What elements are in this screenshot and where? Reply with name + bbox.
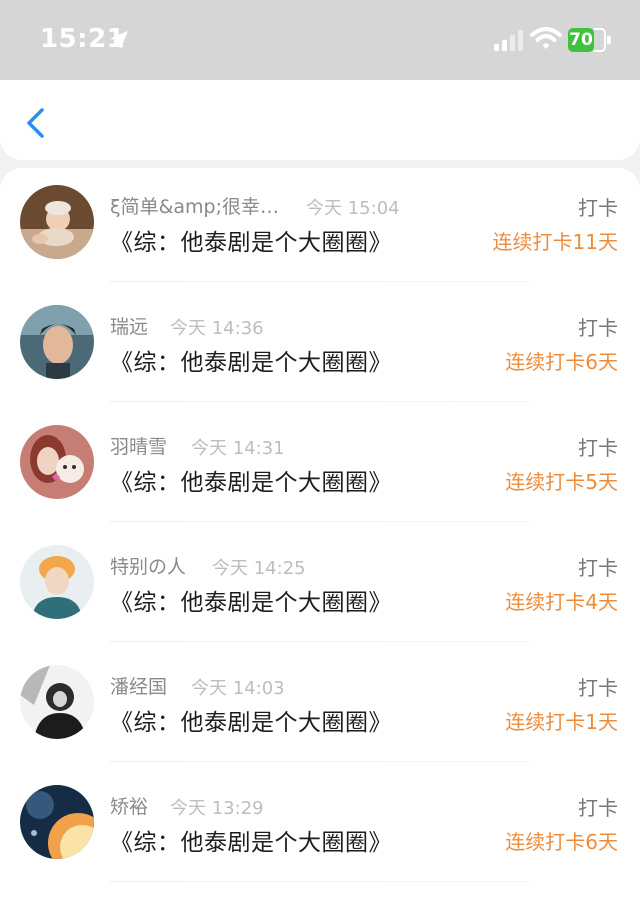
divider (110, 761, 530, 762)
divider (110, 641, 530, 642)
book-title: 《综：他泰剧是个大圈圈》 (110, 590, 392, 616)
avatar (20, 665, 94, 739)
streak-label: 连续打卡6天 (505, 350, 618, 374)
post-time: 今天 14:03 (191, 678, 285, 699)
divider (110, 281, 530, 282)
divider (110, 521, 530, 522)
location-arrow-icon (110, 31, 128, 49)
back-button[interactable] (14, 98, 58, 148)
battery-level: 70 (568, 28, 594, 52)
list-item[interactable]: 潘经国 今天 14:03 《综：他泰剧是个大圈圈》 打卡 连续打卡1天 (0, 648, 640, 768)
book-title: 《综：他泰剧是个大圈圈》 (110, 710, 392, 736)
battery-icon: 70 (568, 28, 612, 52)
checkin-label: 打卡 (578, 196, 618, 220)
checkin-label: 打卡 (578, 796, 618, 820)
cellular-signal-icon (494, 30, 523, 51)
streak-label: 连续打卡6天 (505, 830, 618, 854)
avatar (20, 545, 94, 619)
streak-label: 连续打卡5天 (505, 470, 618, 494)
wifi-icon (530, 27, 562, 49)
streak-label: 连续打卡1天 (505, 710, 618, 734)
post-time: 今天 14:25 (212, 558, 306, 579)
book-title: 《综：他泰剧是个大圈圈》 (110, 350, 392, 376)
checkin-list: ξ简单&amp;很幸… 今天 15:04 《综：他泰剧是个大圈圈》 打卡 连续打… (0, 168, 640, 901)
user-name: 潘经国 (110, 676, 168, 698)
avatar (20, 305, 94, 379)
post-time: 今天 15:04 (306, 198, 400, 219)
checkin-label: 打卡 (578, 676, 618, 700)
book-title: 《综：他泰剧是个大圈圈》 (110, 830, 392, 856)
list-item[interactable]: 矫裕 今天 13:29 《综：他泰剧是个大圈圈》 打卡 连续打卡6天 (0, 768, 640, 888)
divider (110, 881, 530, 882)
post-time: 今天 14:31 (191, 438, 285, 459)
user-name: 瑞远 (110, 316, 149, 338)
status-bar: 15:21 70 (0, 0, 640, 80)
list-item[interactable]: 瑞远 今天 14:36 《综：他泰剧是个大圈圈》 打卡 连续打卡6天 (0, 288, 640, 408)
checkin-label: 打卡 (578, 316, 618, 340)
checkin-label: 打卡 (578, 556, 618, 580)
list-item[interactable]: 羽晴雪 今天 14:31 《综：他泰剧是个大圈圈》 打卡 连续打卡5天 (0, 408, 640, 528)
avatar (20, 185, 94, 259)
streak-label: 连续打卡4天 (505, 590, 618, 614)
checkin-label: 打卡 (578, 436, 618, 460)
post-time: 今天 13:29 (170, 798, 264, 819)
user-name: 矫裕 (110, 796, 149, 818)
nav-bar (0, 80, 640, 160)
list-item[interactable]: ξ简单&amp;很幸… 今天 15:04 《综：他泰剧是个大圈圈》 打卡 连续打… (0, 168, 640, 288)
list-item[interactable]: 特别の人 今天 14:25 《综：他泰剧是个大圈圈》 打卡 连续打卡4天 (0, 528, 640, 648)
user-name: 特别の人 (110, 556, 187, 578)
user-name: 羽晴雪 (110, 436, 168, 458)
book-title: 《综：他泰剧是个大圈圈》 (110, 230, 392, 256)
avatar (20, 425, 94, 499)
avatar (20, 785, 94, 859)
divider (110, 401, 530, 402)
post-time: 今天 14:36 (170, 318, 264, 339)
book-title: 《综：他泰剧是个大圈圈》 (110, 470, 392, 496)
streak-label: 连续打卡11天 (492, 230, 618, 254)
user-name: ξ简单&amp;很幸… (110, 196, 280, 218)
chevron-left-icon (27, 108, 44, 138)
